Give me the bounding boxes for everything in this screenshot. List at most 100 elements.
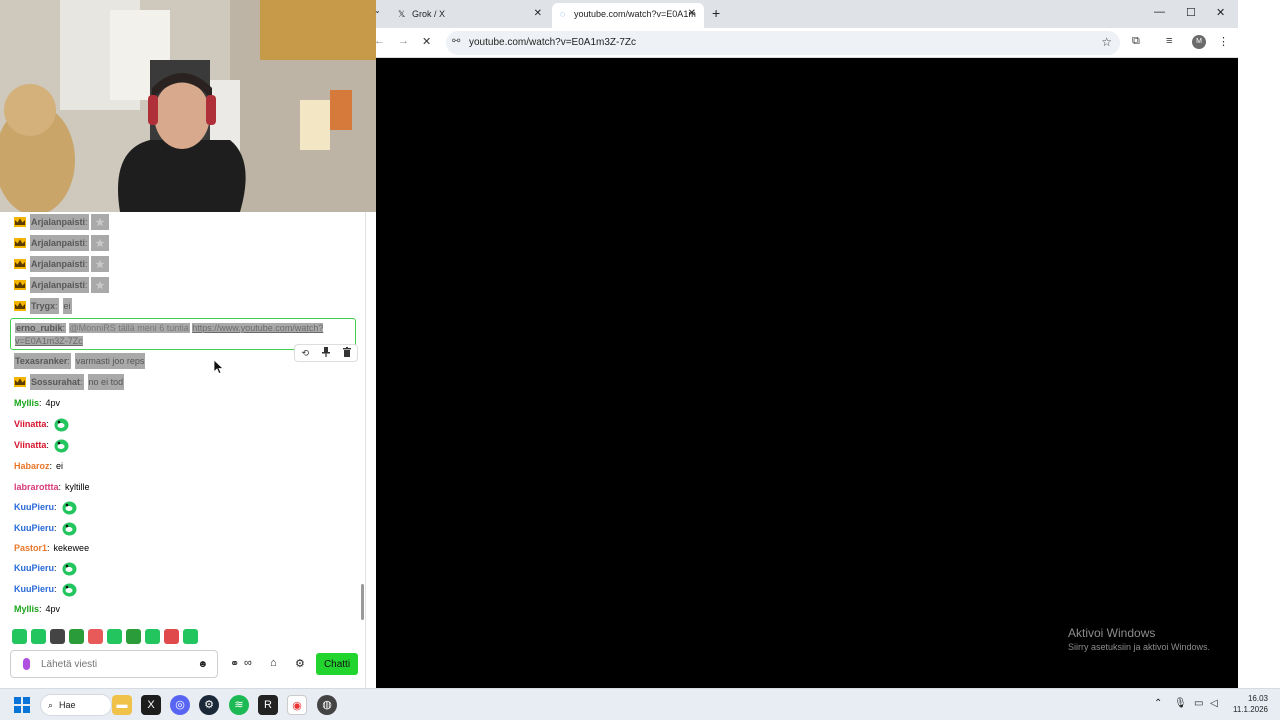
emoji-picker-icon[interactable]: ☻ [197, 659, 208, 670]
windows-start-icon[interactable] [14, 697, 30, 713]
chat-message-input[interactable] [41, 656, 191, 672]
address-bar-url[interactable]: youtube.com/watch?v=E0A1m3Z-7Zc [469, 37, 636, 48]
watermark-title: Aktivoi Windows [1068, 626, 1156, 640]
tray-overflow-icon[interactable]: ⌃ [1154, 698, 1162, 709]
back-arrow-icon[interactable]: ← [374, 35, 385, 47]
chat-username[interactable]: Texasranker [15, 356, 67, 366]
stop-loading-icon[interactable]: ✕ [422, 35, 431, 48]
delete-icon[interactable] [339, 347, 355, 359]
chat-username[interactable]: erno_rubik [16, 323, 63, 333]
chat-username[interactable]: Arjalanpaisti [31, 259, 85, 269]
media-controls-icon[interactable]: ≡ [1166, 35, 1172, 47]
network-icon[interactable]: ▭ [1194, 698, 1203, 709]
chat-scrollbar[interactable] [361, 584, 364, 620]
chat-username[interactable]: KuuPieru [14, 523, 54, 533]
site-info-icon[interactable]: ⚯ [452, 36, 460, 47]
chat-username[interactable]: KuuPieru [14, 584, 54, 594]
chat-link-continued[interactable]: v=E0A1m3Z-7Zc [15, 336, 83, 346]
rl-app-icon[interactable]: R [258, 695, 278, 715]
obs-icon[interactable]: ◍ [317, 695, 337, 715]
maximize-icon[interactable]: ☐ [1186, 6, 1196, 19]
tab-youtube[interactable]: ◌ youtube.com/watch?v=E0A1m ✕ [552, 3, 704, 28]
forward-arrow-icon[interactable]: → [398, 35, 409, 47]
steam-icon[interactable]: ⚙ [199, 695, 219, 715]
chat-username[interactable]: Trygx [31, 301, 55, 311]
new-tab-button[interactable]: + [712, 5, 720, 21]
address-bar[interactable]: ⚯ youtube.com/watch?v=E0A1m3Z-7Zc ☆ [446, 31, 1120, 55]
emote-shortcut-icon[interactable] [69, 629, 84, 644]
chat-panel: Arjalanpaisti: Arjalanpaisti: Arjalanpaist… [0, 212, 366, 688]
star-emote-icon [90, 235, 109, 251]
chat-username[interactable]: Sossurahat [31, 377, 80, 387]
chat-message-text: 4pv [45, 604, 61, 614]
emote-shortcut-icon[interactable] [183, 629, 198, 644]
pepega-emote-icon [62, 561, 77, 576]
profile-avatar[interactable]: M [1192, 35, 1206, 49]
channel-points-icon[interactable]: ⚭ [230, 657, 239, 670]
chat-separator: : [67, 356, 70, 366]
minimize-icon[interactable]: — [1154, 6, 1165, 18]
taskbar-search[interactable]: ⌕ Hae [40, 694, 112, 716]
volume-icon[interactable]: ◁ [1210, 698, 1218, 709]
close-window-icon[interactable]: ✕ [1216, 6, 1225, 19]
pin-icon[interactable] [318, 347, 334, 359]
emote-shortcut-icon[interactable] [88, 629, 103, 644]
bookmark-star-icon[interactable]: ☆ [1101, 35, 1112, 49]
chat-message-text: 4pv [45, 398, 61, 408]
chat-username[interactable]: Habaroz [14, 461, 50, 471]
extensions-icon[interactable]: ⧉ [1132, 35, 1140, 48]
emote-shortcut-icon[interactable] [145, 629, 160, 644]
emote-shortcut-icon[interactable] [31, 629, 46, 644]
chat-input-box[interactable]: ☻ [10, 650, 218, 678]
infinity-icon[interactable]: ∞ [244, 657, 252, 669]
chat-separator: : [49, 461, 53, 471]
cursor-app-icon[interactable]: X [141, 695, 161, 715]
chat-username[interactable]: Arjalanpaisti [31, 238, 85, 248]
chat-link[interactable]: https://www.youtube.com/watch? [192, 323, 324, 333]
tab-title: youtube.com/watch?v=E0A1m [574, 9, 696, 19]
tab-grok[interactable]: 𝕏 Grok / X ✕ [390, 3, 550, 28]
chrome-icon[interactable]: ◉ [287, 695, 307, 715]
chat-username[interactable]: Myllis [14, 398, 39, 408]
chat-send-button[interactable]: Chatti [316, 653, 358, 675]
spotify-icon[interactable]: ≋ [229, 695, 249, 715]
chat-username[interactable]: Arjalanpaisti [31, 217, 85, 227]
chat-username[interactable]: KuuPieru [14, 502, 54, 512]
chat-separator: : [54, 502, 57, 512]
chat-username[interactable]: labrarottta [14, 482, 59, 492]
emote-shortcut-icon[interactable] [126, 629, 141, 644]
mouse-cursor-icon [214, 360, 224, 374]
chat-username[interactable]: Viinatta [14, 440, 46, 450]
pepega-emote-icon [62, 521, 77, 536]
tab-list-dropdown-icon[interactable]: ⌄ [374, 6, 381, 15]
star-emote-icon [90, 256, 109, 272]
emote-shortcut-icon[interactable] [107, 629, 122, 644]
emote-shortcut-icon[interactable] [164, 629, 179, 644]
chat-username[interactable]: Myllis [14, 604, 39, 614]
settings-gear-icon[interactable]: ⚙ [295, 657, 305, 670]
store-icon[interactable]: ⌂ [270, 657, 277, 669]
chat-separator: : [58, 482, 62, 492]
chat-username[interactable]: KuuPieru [14, 563, 54, 573]
chat-username[interactable]: Viinatta [14, 419, 46, 429]
emote-shortcut-icon[interactable] [12, 629, 27, 644]
file-explorer-icon[interactable]: ▬ [112, 695, 132, 715]
tab-close-icon[interactable]: ✕ [534, 3, 542, 25]
chat-separator: : [85, 259, 88, 269]
chat-username[interactable]: Pastor1 [14, 543, 47, 553]
microphone-icon[interactable] [23, 658, 30, 670]
microphone-tray-icon[interactable]: 🎙 [1174, 698, 1187, 709]
chat-username[interactable]: Arjalanpaisti [31, 280, 85, 290]
discord-icon[interactable]: ◎ [170, 695, 190, 715]
chat-message-row: Sossurahat: no ei tod [14, 374, 125, 390]
tab-close-icon[interactable]: ✕ [688, 3, 696, 25]
chat-message-row: labrarottta: kyltille [14, 479, 90, 495]
chat-separator: : [54, 584, 57, 594]
chat-message-text: kyltille [65, 482, 90, 492]
undo-icon[interactable]: ⟲ [297, 348, 313, 359]
taskbar-clock[interactable]: 16.03 11.1.2026 [1226, 693, 1268, 715]
browser-menu-icon[interactable]: ⋮ [1218, 35, 1229, 48]
chat-message-row: KuuPieru: [14, 499, 77, 515]
emote-shortcut-icon[interactable] [50, 629, 65, 644]
chat-message-text: no ei tod [87, 374, 125, 390]
